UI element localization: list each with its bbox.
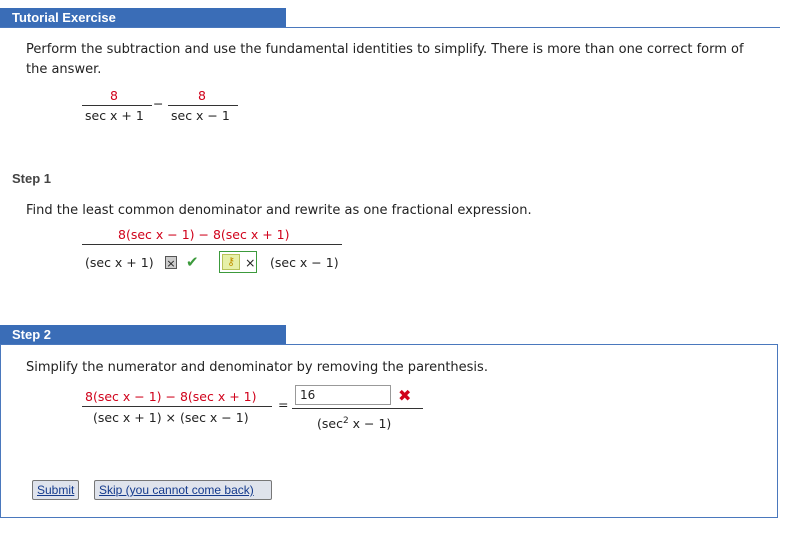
frac1-numerator: 8 bbox=[110, 88, 118, 103]
step2-instructions: Simplify the numerator and denominator b… bbox=[26, 360, 488, 375]
problem-instructions-line2: the answer. bbox=[26, 62, 102, 77]
step1-fraction-line bbox=[82, 244, 342, 245]
hint-key-box[interactable]: ⚷ × bbox=[219, 251, 257, 273]
equals-sign: = bbox=[278, 397, 289, 412]
step2-lhs-line bbox=[82, 406, 272, 407]
step2-rhs-line bbox=[292, 408, 423, 409]
frac2-line bbox=[168, 105, 238, 106]
step1-denom-left: (sec x + 1) bbox=[85, 255, 154, 270]
problem-instructions-line1: Perform the subtraction and use the fund… bbox=[26, 42, 744, 57]
header-rule bbox=[0, 27, 780, 28]
submit-button[interactable]: Submit bbox=[32, 480, 79, 500]
frac2-denominator: sec x − 1 bbox=[171, 108, 230, 123]
rhs-denom-prefix: (sec bbox=[317, 416, 343, 432]
step1-label: Step 1 bbox=[12, 171, 52, 186]
incorrect-x-icon: ✖ bbox=[398, 386, 412, 405]
skip-button[interactable]: Skip (you cannot come back) bbox=[94, 480, 272, 500]
frac1-line bbox=[82, 105, 152, 106]
tutorial-exercise-tab: Tutorial Exercise bbox=[0, 8, 286, 28]
correct-check-icon: ✔ bbox=[186, 253, 199, 271]
step1-instructions: Find the least common denominator and re… bbox=[26, 203, 532, 218]
step2-tab: Step 2 bbox=[0, 325, 286, 345]
answer-input[interactable]: 16 bbox=[295, 385, 391, 405]
denom-right-times: × bbox=[245, 255, 256, 270]
frac1-denominator: sec x + 1 bbox=[85, 108, 144, 123]
subtract-operator: − bbox=[153, 96, 164, 111]
step1-numerator: 8(sec x − 1) − 8(sec x + 1) bbox=[118, 227, 290, 242]
key-icon[interactable]: ⚷ bbox=[222, 254, 240, 270]
rhs-denom-suffix: x − 1) bbox=[348, 416, 392, 432]
step2-rhs-denominator: (sec2 x − 1) bbox=[317, 416, 391, 431]
times-symbol-box[interactable]: × bbox=[165, 256, 177, 270]
step2-lhs-numerator: 8(sec x − 1) − 8(sec x + 1) bbox=[85, 389, 257, 404]
step1-denom-right: (sec x − 1) bbox=[270, 255, 339, 270]
step2-lhs-denominator: (sec x + 1) × (sec x − 1) bbox=[93, 410, 249, 425]
frac2-numerator: 8 bbox=[198, 88, 206, 103]
